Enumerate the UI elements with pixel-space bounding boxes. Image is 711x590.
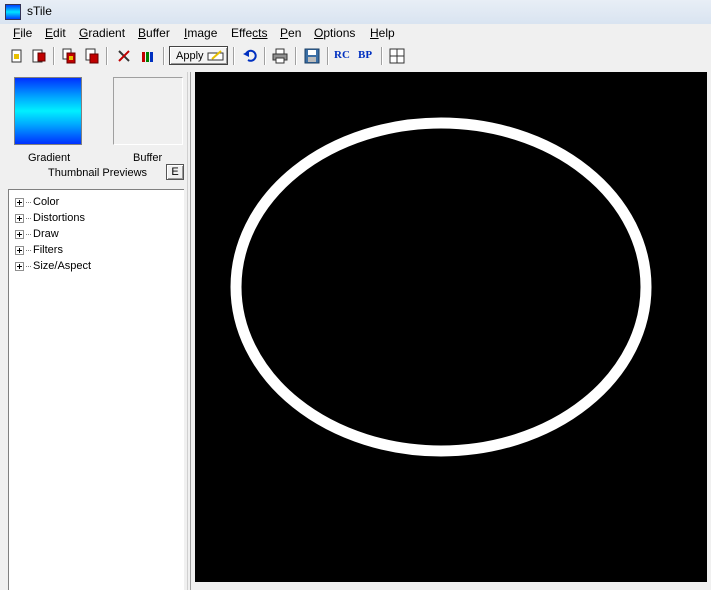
menu-options[interactable]: Options: [314, 26, 355, 40]
bp-text: BP: [358, 49, 372, 61]
toolbar-separator: [264, 47, 266, 65]
menu-edit[interactable]: Edit: [45, 26, 66, 40]
effects-tree: Color Distortions Draw Filters Size/Aspe…: [8, 189, 184, 590]
expand-icon[interactable]: [15, 245, 24, 255]
buffer-thumbnail[interactable]: [113, 77, 183, 145]
print-icon[interactable]: [270, 46, 290, 66]
title-bar: sTile: [0, 0, 711, 25]
expand-icon[interactable]: [15, 261, 24, 271]
gradient-label: Gradient: [28, 152, 71, 164]
pencil-icon: [207, 49, 224, 60]
tree-item-label: Color: [33, 196, 60, 208]
toolbar-separator: [163, 47, 165, 65]
paste-icon[interactable]: [82, 46, 102, 66]
toolbar-separator: [327, 47, 329, 65]
tree-item-draw[interactable]: Draw: [15, 227, 59, 241]
tree-item-label: Distortions: [33, 212, 85, 224]
tools-icon[interactable]: [114, 46, 134, 66]
apply-button[interactable]: Apply: [169, 46, 228, 65]
expand-icon[interactable]: [15, 197, 24, 207]
menu-image[interactable]: Image: [184, 26, 217, 40]
tree-item-size-aspect[interactable]: Size/Aspect: [15, 259, 91, 273]
copy-icon[interactable]: [59, 46, 79, 66]
image-canvas[interactable]: [195, 72, 707, 582]
expand-icon[interactable]: [15, 213, 24, 223]
menu-bar: File Edit Gradient Buffer Image Effects …: [0, 24, 711, 43]
save-icon[interactable]: [29, 46, 49, 66]
toolbar-separator: [53, 47, 55, 65]
canvas-drawing: [230, 117, 652, 457]
apply-label: Apply: [176, 49, 204, 62]
rc-icon[interactable]: RC: [332, 46, 352, 66]
panel-splitter[interactable]: [187, 72, 191, 590]
new-icon[interactable]: [7, 46, 27, 66]
gradient-thumbnail[interactable]: [14, 77, 82, 145]
save-disk-icon[interactable]: [302, 46, 322, 66]
rc-text: RC: [334, 49, 350, 61]
window-title: sTile: [27, 4, 52, 18]
toolbar-separator: [381, 47, 383, 65]
tree-item-label: Draw: [33, 228, 59, 240]
toolbar-separator: [295, 47, 297, 65]
thumbnail-caption: Thumbnail Previews: [48, 167, 148, 179]
menu-effects[interactable]: Effects: [231, 26, 267, 40]
bottles-icon[interactable]: [138, 46, 158, 66]
expand-icon[interactable]: [15, 229, 24, 239]
tree-item-label: Size/Aspect: [33, 260, 92, 272]
tree-item-label: Filters: [33, 244, 63, 256]
menu-buffer[interactable]: Buffer: [138, 26, 170, 40]
menu-gradient[interactable]: Gradient: [79, 26, 125, 40]
ellipse-outline: [230, 117, 652, 457]
tree-item-distortions[interactable]: Distortions: [15, 211, 85, 225]
app-icon: [5, 4, 21, 20]
toolbar-separator: [106, 47, 108, 65]
grid-icon[interactable]: [387, 46, 407, 66]
undo-icon[interactable]: [240, 46, 260, 66]
menu-help[interactable]: Help: [370, 26, 395, 40]
tree-item-color[interactable]: Color: [15, 195, 59, 209]
buffer-label: Buffer: [133, 152, 163, 164]
tree-item-filters[interactable]: Filters: [15, 243, 63, 257]
bp-icon[interactable]: BP: [356, 46, 376, 66]
toolbar: Apply RC BP: [0, 43, 711, 69]
menu-pen[interactable]: Pen: [280, 26, 301, 40]
menu-file[interactable]: File: [13, 26, 32, 40]
edit-thumbnail-button[interactable]: E: [166, 164, 184, 180]
toolbar-separator: [233, 47, 235, 65]
